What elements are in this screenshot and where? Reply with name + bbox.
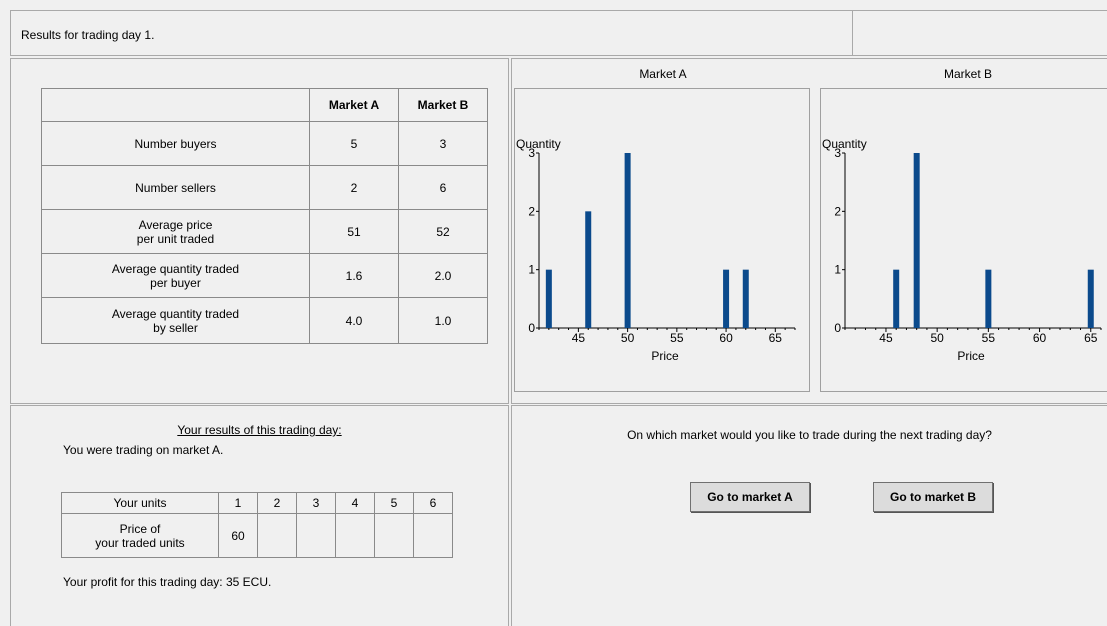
y-axis-label: Quantity xyxy=(516,137,561,151)
x-tick-label: 45 xyxy=(879,331,893,345)
unit-price xyxy=(374,513,414,558)
page-title: Results for trading day 1. xyxy=(21,28,155,42)
row-label-avg-qty-per-buyer: Average quantity traded per buyer xyxy=(41,253,310,298)
unit-price xyxy=(296,513,336,558)
row-label-avg-qty-by-seller: Average quantity traded by seller xyxy=(41,297,310,344)
chart-bar xyxy=(545,269,552,328)
value-market-a: 51 xyxy=(309,209,399,254)
market-summary-table: Market A Market B Number buyers 5 3 Numb… xyxy=(41,88,488,344)
header-right-area xyxy=(852,10,1107,56)
table-row: Number buyers 5 3 xyxy=(41,121,488,166)
summary-corner-cell xyxy=(41,88,310,122)
y-tick-label: 2 xyxy=(528,204,535,218)
x-axis-label: Price xyxy=(957,349,985,363)
x-axis-label: Price xyxy=(651,349,679,363)
chart-bar xyxy=(893,269,900,328)
y-tick-label: 1 xyxy=(528,263,535,277)
y-tick-label: 1 xyxy=(834,263,841,277)
go-to-market-b-button[interactable]: Go to market B xyxy=(873,482,993,512)
row-label-average-price: Average price per unit traded xyxy=(41,209,310,254)
market-choice-panel: On which market would you like to trade … xyxy=(511,405,1107,626)
value-market-b: 52 xyxy=(398,209,488,254)
value-market-a: 5 xyxy=(309,121,399,166)
table-row: Average quantity traded by seller 4.0 1.0 xyxy=(41,297,488,344)
unit-price xyxy=(413,513,453,558)
unit-number: 2 xyxy=(257,492,297,514)
table-row: Average quantity traded per buyer 1.6 2.0 xyxy=(41,253,488,298)
y-tick-label: 0 xyxy=(528,321,535,335)
market-choice-question: On which market would you like to trade … xyxy=(627,428,992,442)
unit-number: 1 xyxy=(218,492,258,514)
x-tick-label: 50 xyxy=(621,331,635,345)
x-tick-label: 65 xyxy=(1084,331,1098,345)
column-header-market-a: Market A xyxy=(309,88,399,122)
chart-title-market-a: Market A xyxy=(639,67,687,81)
chart-bar xyxy=(742,269,749,328)
unit-price xyxy=(335,513,375,558)
results-title: Your results of this trading day: xyxy=(177,423,342,437)
chart-bar xyxy=(985,269,992,328)
header-bar: Results for trading day 1. xyxy=(10,10,853,56)
row-label-number-buyers: Number buyers xyxy=(41,121,310,166)
x-tick-label: 60 xyxy=(1033,331,1047,345)
table-row: Number sellers 2 6 xyxy=(41,165,488,210)
units-table: Your units 1 2 3 4 5 6 Price of your trad… xyxy=(61,492,453,558)
row-label-number-sellers: Number sellers xyxy=(41,165,310,210)
chart-bar xyxy=(723,269,730,328)
market-summary-panel: Market A Market B Number buyers 5 3 Numb… xyxy=(10,58,509,404)
table-row: Average price per unit traded 51 52 xyxy=(41,209,488,254)
chart-title-market-b: Market B xyxy=(943,67,992,81)
value-market-b: 3 xyxy=(398,121,488,166)
value-market-b: 1.0 xyxy=(398,297,488,344)
bar-chart-market-a: 012345 50 55 60 65QuantityPrice xyxy=(516,137,796,363)
value-market-b: 2.0 xyxy=(398,253,488,298)
x-tick-label: 55 xyxy=(982,331,996,345)
x-tick-label: 65 xyxy=(769,331,783,345)
column-header-market-b: Market B xyxy=(398,88,488,122)
unit-number: 3 xyxy=(296,492,336,514)
trading-results-panel: Your results of this trading day: You we… xyxy=(10,405,509,626)
x-tick-label: 60 xyxy=(719,331,733,345)
value-market-a: 2 xyxy=(309,165,399,210)
chart-bar xyxy=(913,153,920,328)
profit-text: Your profit for this trading day: 35 ECU… xyxy=(63,575,272,589)
y-axis-label: Quantity xyxy=(822,137,867,151)
value-market-b: 6 xyxy=(398,165,488,210)
x-tick-label: 45 xyxy=(572,331,586,345)
bar-chart-market-b: 012345 50 55 60 65QuantityPrice xyxy=(822,137,1102,363)
y-tick-label: 2 xyxy=(834,204,841,218)
x-tick-label: 50 xyxy=(930,331,944,345)
go-to-market-a-button[interactable]: Go to market A xyxy=(690,482,810,512)
units-price-row: Price of your traded units 60 xyxy=(61,513,453,558)
unit-price xyxy=(257,513,297,558)
chart-bar xyxy=(585,211,592,328)
unit-number: 4 xyxy=(335,492,375,514)
units-header-label: Your units xyxy=(61,492,219,514)
charts-panel: Market A Market B 0 1 2 3 45 50 55 60 65 Quantity… xyxy=(511,58,1107,404)
value-market-a: 1.6 xyxy=(309,253,399,298)
x-tick-label: 55 xyxy=(670,331,684,345)
chart-market-b: 0 1 2 3 45 50 55 60 65 Quantity Price xyxy=(820,88,1107,392)
price-label: Price of your traded units xyxy=(61,513,219,558)
chart-bar xyxy=(1087,269,1094,328)
value-market-a: 4.0 xyxy=(309,297,399,344)
chart-bar xyxy=(624,153,631,328)
unit-price: 60 xyxy=(218,513,258,558)
unit-number: 6 xyxy=(413,492,453,514)
trading-market-text: You were trading on market A. xyxy=(63,443,224,457)
chart-market-a: 0 1 2 3 45 50 55 60 65 Quantity Price xyxy=(514,88,810,392)
units-header-row: Your units 1 2 3 4 5 6 xyxy=(61,492,453,514)
y-tick-label: 0 xyxy=(834,321,841,335)
unit-number: 5 xyxy=(374,492,414,514)
